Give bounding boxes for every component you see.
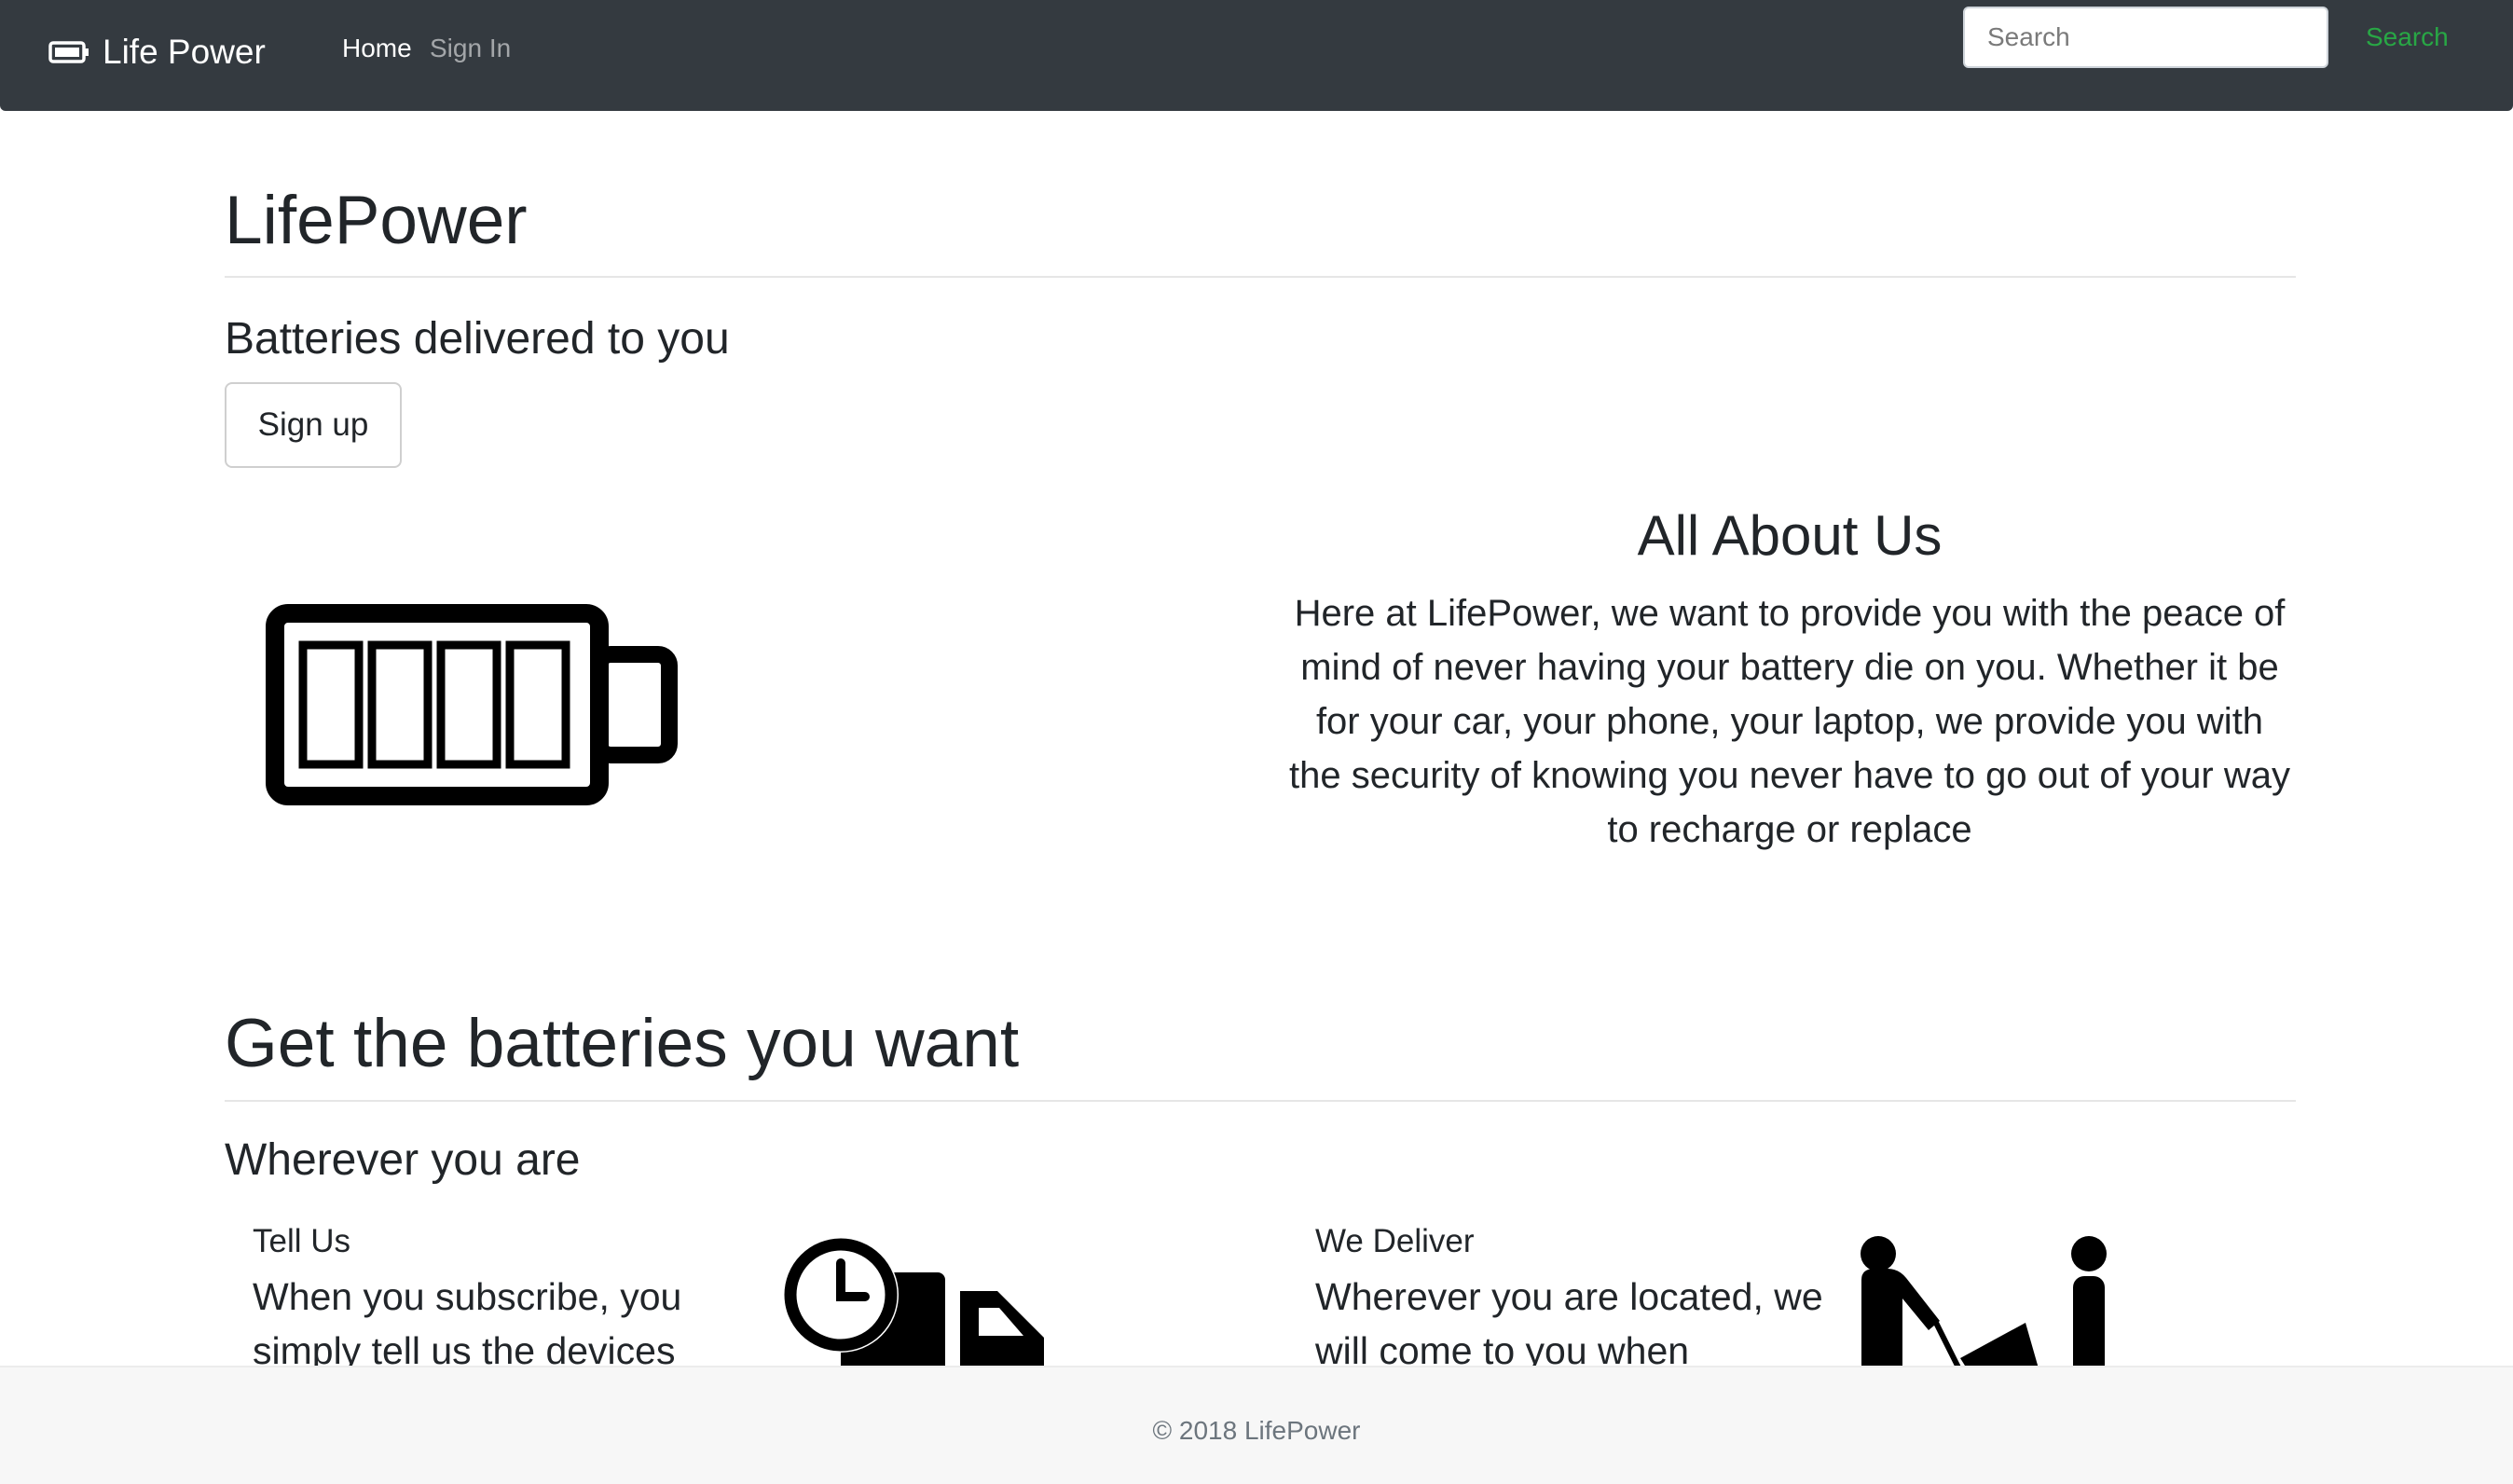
- about-text: Here at LifePower, we want to provide yo…: [1289, 593, 2290, 850]
- tagline: Batteries delivered to you: [225, 314, 730, 364]
- page-title: LifePower: [225, 183, 528, 258]
- search-button[interactable]: Search: [2349, 7, 2465, 68]
- battery-full-icon: [266, 604, 678, 805]
- delivery-truck-clock-icon: [783, 1237, 1044, 1366]
- section-subtitle: Wherever you are: [225, 1135, 581, 1185]
- card-title: We Deliver: [1315, 1223, 1475, 1259]
- card-text: When you subscribe, you simply tell us t…: [253, 1275, 682, 1372]
- divider: [225, 1100, 2296, 1102]
- navbar: Life Power Home Sign In Search: [0, 0, 2513, 111]
- about-title: All About Us: [1637, 504, 1943, 567]
- nav-link-sign-in[interactable]: Sign In: [430, 34, 511, 63]
- section-title: Get the batteries you want: [225, 1006, 1020, 1081]
- search-input[interactable]: [1963, 7, 2328, 68]
- card-tell-us: Tell Us When you subscribe, you simply t…: [253, 1223, 747, 1378]
- brand-link[interactable]: Life Power: [48, 28, 266, 76]
- brand-label: Life Power: [103, 33, 266, 71]
- footer-copyright: © 2018 LifePower: [1152, 1416, 1361, 1445]
- nav-link-home[interactable]: Home: [342, 34, 412, 63]
- battery-icon: [48, 41, 89, 63]
- divider: [225, 276, 2296, 278]
- card-title: Tell Us: [253, 1223, 351, 1259]
- sign-up-button[interactable]: Sign up: [225, 382, 402, 468]
- card-text: Wherever you are located, we will come t…: [1315, 1275, 1823, 1372]
- delivery-person-icon: [1861, 1236, 2107, 1366]
- card-we-deliver: We Deliver Wherever you are located, we …: [1315, 1223, 1837, 1378]
